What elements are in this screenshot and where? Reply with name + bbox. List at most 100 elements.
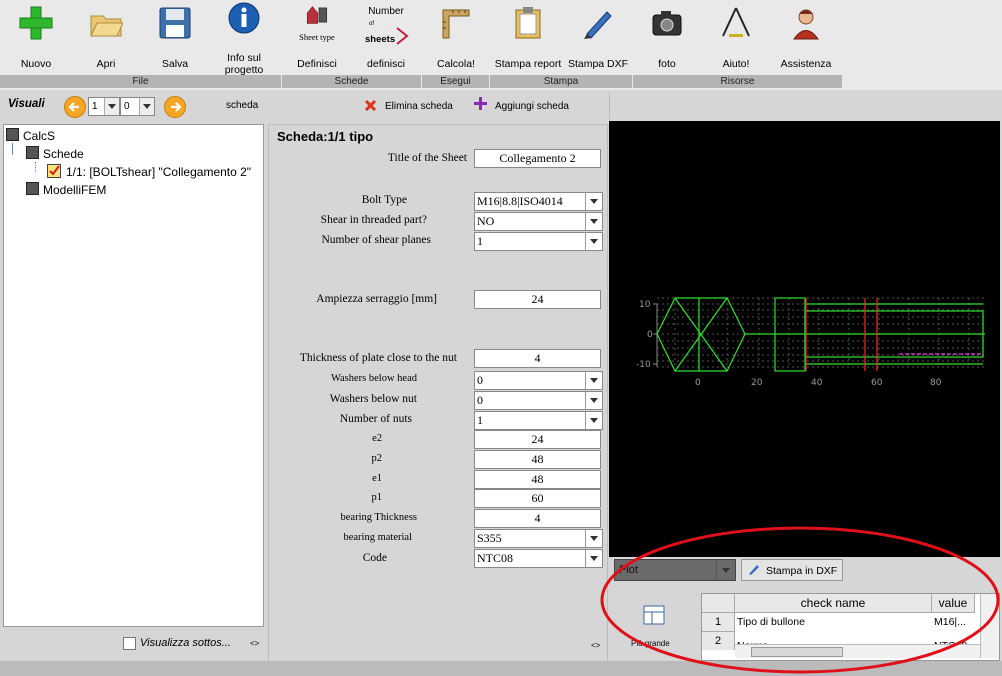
column-header-value[interactable]: value bbox=[932, 594, 975, 613]
arrow-left-icon bbox=[68, 102, 79, 112]
sheet-title-input[interactable]: Collegamento 2 bbox=[474, 149, 601, 168]
visuali-label: Visuali bbox=[8, 98, 45, 110]
bearing-thickness-label: bearing Thickness bbox=[340, 512, 418, 523]
help-button[interactable]: Aiuto! bbox=[704, 0, 768, 76]
sheet-title-label: Title of the Sheet bbox=[387, 152, 467, 164]
show-subtree-checkbox[interactable] bbox=[123, 637, 136, 650]
plate-thickness-input[interactable]: 4 bbox=[474, 349, 601, 368]
assistance-button[interactable]: Assistenza bbox=[772, 0, 840, 76]
p2-input[interactable]: 48 bbox=[474, 450, 601, 469]
nuts-select[interactable]: 1 bbox=[474, 411, 603, 430]
clamping-length-label: Ampiezza serraggio [mm] bbox=[316, 293, 437, 305]
ribbon-toolbar: Nuovo Apri Salva Info sul progetto Sheet… bbox=[0, 0, 1002, 90]
code-select[interactable]: NTC08 bbox=[474, 549, 603, 568]
define-number-of-sheets-button[interactable]: Number of sheets definisci bbox=[353, 0, 419, 76]
scrollbar-thumb[interactable] bbox=[751, 647, 843, 657]
tree-node-root[interactable]: CalcS bbox=[6, 128, 55, 144]
p1-input[interactable]: 60 bbox=[474, 489, 601, 508]
plot-header bbox=[609, 92, 1002, 119]
x-tick: 0 bbox=[695, 378, 701, 388]
chevron-down-icon[interactable] bbox=[139, 98, 154, 115]
bolt-type-label: Bolt Type bbox=[361, 194, 407, 206]
arrows-icon bbox=[396, 27, 409, 45]
sheet-spinner-1[interactable]: 1 bbox=[88, 97, 120, 116]
vertical-scrollbar[interactable] bbox=[980, 594, 999, 658]
clipboard-icon bbox=[515, 7, 541, 39]
x-tick: 60 bbox=[871, 378, 883, 388]
new-button[interactable]: Nuovo bbox=[4, 0, 68, 76]
sheet-type-icon bbox=[306, 6, 328, 24]
shear-thread-select[interactable]: NO bbox=[474, 212, 603, 231]
print-dxf-plot-button[interactable]: Stampa in DXF bbox=[741, 559, 843, 581]
e1-label: e1 bbox=[372, 473, 382, 484]
p2-label: p2 bbox=[371, 453, 383, 464]
table-row[interactable]: 1 Tipo di bullone M16|... bbox=[702, 613, 999, 632]
washers-head-label: Washers below head bbox=[330, 373, 417, 384]
print-report-button[interactable]: Stampa report bbox=[492, 0, 564, 76]
plot-controls: Plot Stampa in DXF bbox=[609, 557, 1000, 587]
sheet-spinner-2[interactable]: 0 bbox=[120, 97, 155, 116]
camera-icon bbox=[652, 11, 682, 36]
chevron-down-icon[interactable] bbox=[104, 98, 119, 115]
chevron-down-icon[interactable] bbox=[585, 412, 602, 429]
delete-x-icon bbox=[364, 99, 377, 112]
chevron-down-icon[interactable] bbox=[585, 392, 602, 409]
washers-head-select[interactable]: 0 bbox=[474, 371, 603, 390]
x-tick: 20 bbox=[751, 378, 763, 388]
bearing-thickness-input[interactable]: 4 bbox=[474, 509, 601, 528]
group-esegui: Esegui bbox=[422, 75, 490, 88]
clamping-length-input[interactable]: 24 bbox=[474, 290, 601, 309]
bolt-type-select[interactable]: M16|8.8|ISO4014 bbox=[474, 192, 603, 211]
e1-input[interactable]: 48 bbox=[474, 470, 601, 489]
chevron-down-icon[interactable] bbox=[716, 560, 735, 580]
check-panel: Più grande check name value 1 Tipo di bu… bbox=[609, 589, 1000, 661]
column-header-check-name[interactable]: check name bbox=[735, 594, 932, 613]
next-sheet-button[interactable] bbox=[164, 96, 186, 118]
project-info-button[interactable]: Info sul progetto bbox=[212, 0, 276, 76]
print-dxf-button[interactable]: Stampa DXF bbox=[565, 0, 631, 76]
chevron-down-icon[interactable] bbox=[585, 233, 602, 250]
chevron-down-icon[interactable] bbox=[585, 372, 602, 389]
pencil-icon bbox=[584, 11, 612, 39]
info-icon bbox=[228, 2, 260, 34]
y-tick: -10 bbox=[636, 360, 651, 370]
chevron-down-icon[interactable] bbox=[585, 213, 602, 230]
chevron-down-icon[interactable] bbox=[585, 193, 602, 210]
floppy-disk-icon bbox=[159, 7, 191, 39]
arrow-right-icon bbox=[171, 102, 182, 112]
group-risorse: Risorse bbox=[633, 75, 843, 88]
form-resize-handle[interactable]: <> bbox=[591, 641, 600, 650]
define-sheet-type-button[interactable]: Sheet type Definisci bbox=[283, 0, 351, 76]
sheet-form: Scheda:1/1 tipo Title of the Sheet Colle… bbox=[268, 124, 608, 662]
washers-nut-label: Washers below nut bbox=[329, 393, 417, 405]
bolt-drawing: 10 0 -10 0 20 40 60 80 bbox=[636, 297, 985, 388]
prev-sheet-button[interactable] bbox=[64, 96, 86, 118]
e2-label: e2 bbox=[372, 433, 382, 444]
check-table: check name value 1 Tipo di bullone M16|.… bbox=[701, 593, 1000, 661]
y-tick: 0 bbox=[647, 330, 653, 340]
y-tick: 10 bbox=[639, 300, 651, 310]
ruler-square-icon bbox=[442, 9, 470, 39]
horizontal-scrollbar[interactable] bbox=[735, 644, 980, 658]
save-button[interactable]: Salva bbox=[143, 0, 207, 76]
sheet-toolbar: Visuali 1 0 scheda Elimina scheda Aggiun… bbox=[0, 92, 606, 120]
photo-button[interactable]: foto bbox=[636, 0, 698, 76]
tree-node-sheet[interactable]: 1/1: [BOLTshear] "Collegamento 2" bbox=[47, 164, 251, 180]
chevron-down-icon[interactable] bbox=[585, 550, 602, 567]
tree-node-schede[interactable]: Schede bbox=[26, 146, 84, 162]
chevron-down-icon[interactable] bbox=[585, 530, 602, 547]
nuts-label: Number of nuts bbox=[339, 413, 412, 425]
e2-input[interactable]: 24 bbox=[474, 430, 601, 449]
open-button[interactable]: Apri bbox=[74, 0, 138, 76]
bearing-material-select[interactable]: S355 bbox=[474, 529, 603, 548]
resize-handle[interactable]: <> bbox=[250, 639, 259, 648]
p1-label: p1 bbox=[371, 492, 383, 503]
plot-selector[interactable]: Plot bbox=[614, 559, 736, 581]
shear-planes-select[interactable]: 1 bbox=[474, 232, 603, 251]
tree-node-fem[interactable]: ModelliFEM bbox=[26, 182, 106, 198]
enlarge-button[interactable]: Più grande bbox=[619, 599, 689, 655]
calculate-button[interactable]: Calcola! bbox=[424, 0, 488, 76]
group-schede: Schede bbox=[282, 75, 422, 88]
washers-nut-select[interactable]: 0 bbox=[474, 391, 603, 410]
scheda-label: scheda bbox=[226, 100, 259, 111]
